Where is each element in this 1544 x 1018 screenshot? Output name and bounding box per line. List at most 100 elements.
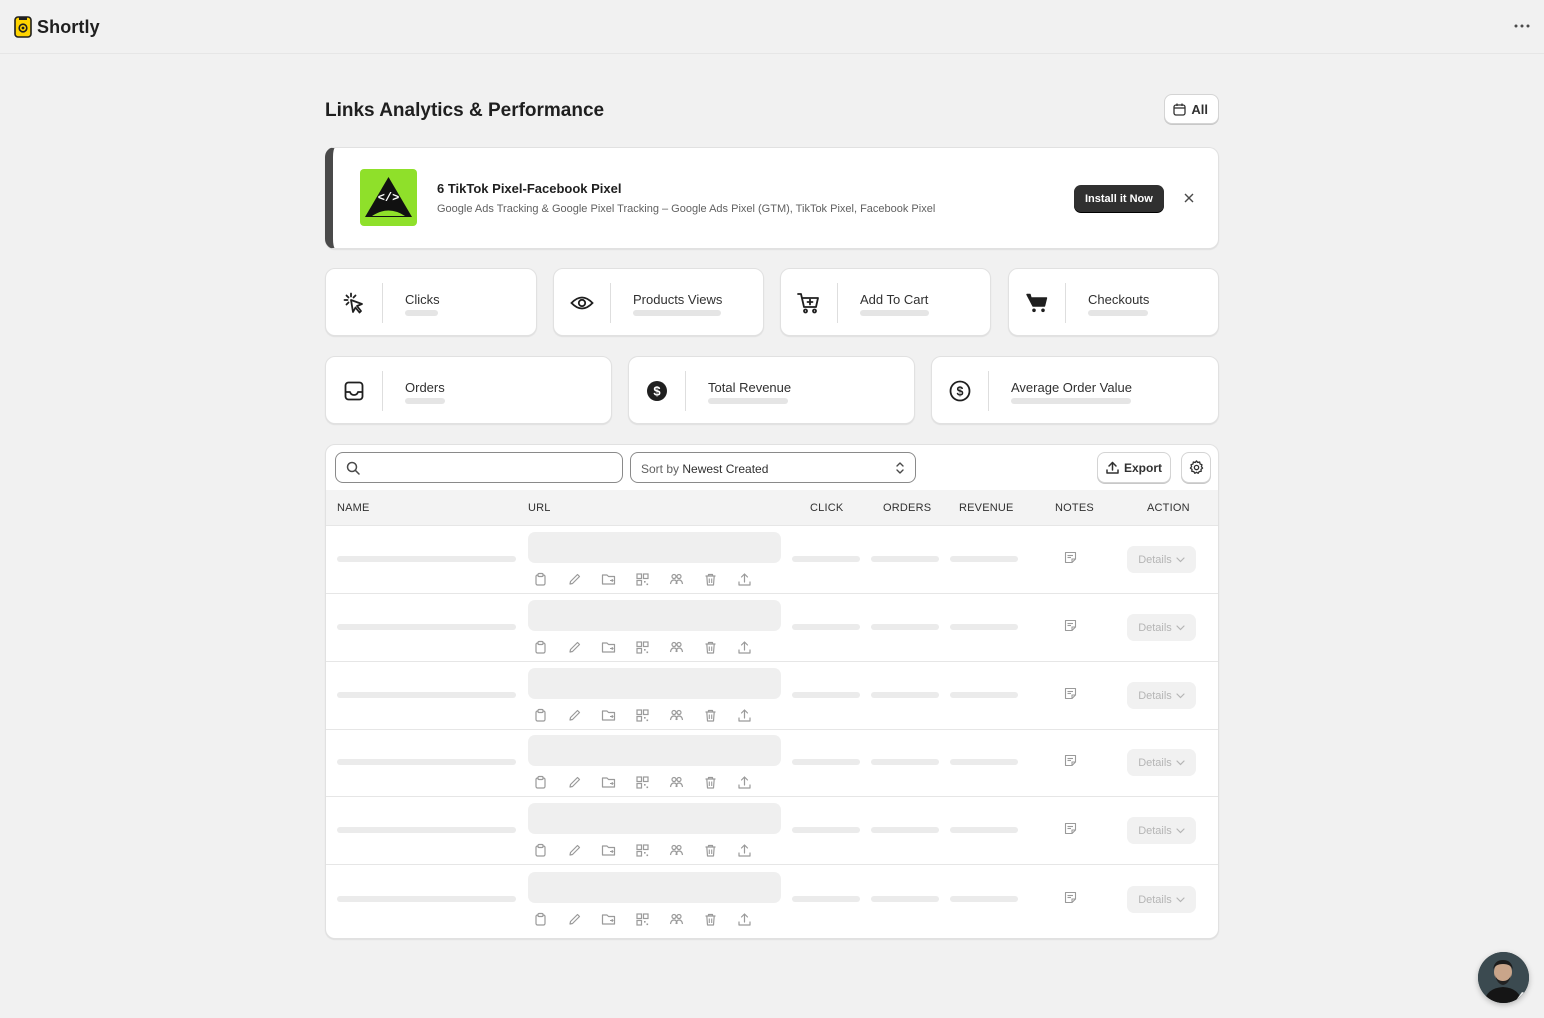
group-icon[interactable] [668, 708, 684, 722]
details-label: Details [1138, 824, 1172, 837]
orders-placeholder [871, 692, 939, 698]
share-icon[interactable] [736, 708, 752, 722]
chevron-down-icon [1176, 759, 1185, 765]
brand[interactable]: Shortly [14, 16, 100, 38]
copy-icon[interactable] [532, 775, 548, 789]
orders-placeholder [871, 556, 939, 562]
banner-close-button[interactable] [1179, 188, 1199, 208]
orders-placeholder [871, 624, 939, 630]
trash-icon[interactable] [702, 708, 718, 722]
column-header-revenue[interactable]: REVENUE [959, 502, 1014, 514]
edit-icon[interactable] [566, 640, 582, 654]
qr-code-icon[interactable] [634, 775, 650, 789]
ellipsis-icon [1514, 24, 1530, 28]
stat-label: Add To Cart [860, 292, 929, 307]
export-button[interactable]: Export [1097, 452, 1171, 483]
trash-icon[interactable] [702, 572, 718, 586]
column-header-orders[interactable]: ORDERS [883, 502, 931, 514]
search-input[interactable] [364, 457, 614, 479]
note-icon[interactable] [1064, 754, 1077, 772]
svg-text:$: $ [653, 384, 661, 399]
folder-move-icon[interactable] [600, 572, 616, 586]
folder-move-icon[interactable] [600, 912, 616, 926]
chevron-down-icon [1176, 827, 1185, 833]
share-icon[interactable] [736, 640, 752, 654]
trash-icon[interactable] [702, 640, 718, 654]
column-header-notes[interactable]: NOTES [1055, 502, 1094, 514]
chevron-down-icon [1176, 624, 1185, 630]
copy-icon[interactable] [532, 843, 548, 857]
qr-code-icon[interactable] [634, 640, 650, 654]
url-placeholder [528, 600, 781, 631]
sort-select[interactable]: Sort by Newest Created [630, 452, 916, 483]
note-icon[interactable] [1064, 822, 1077, 840]
share-icon[interactable] [736, 775, 752, 789]
details-button[interactable]: Details [1127, 817, 1196, 844]
stat-label: Orders [405, 380, 445, 395]
page-title: Links Analytics & Performance [325, 100, 605, 121]
details-button[interactable]: Details [1127, 682, 1196, 709]
table-row: Details [326, 797, 1218, 865]
shortly-logo-icon [14, 16, 32, 38]
qr-code-icon[interactable] [634, 912, 650, 926]
details-button[interactable]: Details [1127, 546, 1196, 573]
column-header-url[interactable]: URL [528, 502, 551, 514]
search-icon [346, 461, 360, 475]
group-icon[interactable] [668, 912, 684, 926]
note-icon[interactable] [1064, 891, 1077, 909]
share-icon[interactable] [736, 843, 752, 857]
details-button[interactable]: Details [1127, 749, 1196, 776]
chevron-down-icon [1176, 556, 1185, 562]
links-table-card: Sort by Newest Created Export NAME URL C… [325, 444, 1219, 939]
name-placeholder [337, 692, 516, 698]
click-placeholder [792, 759, 860, 765]
qr-code-icon[interactable] [634, 843, 650, 857]
edit-icon[interactable] [566, 775, 582, 789]
trash-icon[interactable] [702, 912, 718, 926]
copy-icon[interactable] [532, 640, 548, 654]
stat-card-checkouts: Checkouts [1008, 268, 1219, 336]
qr-code-icon[interactable] [634, 572, 650, 586]
group-icon[interactable] [668, 640, 684, 654]
folder-move-icon[interactable] [600, 640, 616, 654]
install-button[interactable]: Install it Now [1074, 185, 1164, 212]
row-actions [532, 912, 752, 926]
group-icon[interactable] [668, 843, 684, 857]
stat-value-placeholder [1011, 398, 1131, 404]
folder-move-icon[interactable] [600, 775, 616, 789]
stat-label: Products Views [633, 292, 723, 307]
copy-icon[interactable] [532, 708, 548, 722]
note-icon[interactable] [1064, 619, 1077, 637]
folder-move-icon[interactable] [600, 708, 616, 722]
edit-icon[interactable] [566, 708, 582, 722]
details-button[interactable]: Details [1127, 886, 1196, 913]
share-icon[interactable] [736, 912, 752, 926]
more-options-button[interactable] [1510, 14, 1534, 38]
stat-value-placeholder [1088, 310, 1148, 316]
table-settings-button[interactable] [1181, 452, 1211, 483]
date-range-button[interactable]: All [1164, 94, 1219, 124]
support-chat-avatar[interactable] [1478, 952, 1529, 1003]
column-header-name[interactable]: NAME [337, 502, 370, 514]
note-icon[interactable] [1064, 551, 1077, 569]
share-icon[interactable] [736, 572, 752, 586]
edit-icon[interactable] [566, 912, 582, 926]
group-icon[interactable] [668, 775, 684, 789]
column-header-click[interactable]: CLICK [810, 502, 843, 514]
column-header-action[interactable]: ACTION [1147, 502, 1190, 514]
edit-icon[interactable] [566, 843, 582, 857]
edit-icon[interactable] [566, 572, 582, 586]
copy-icon[interactable] [532, 912, 548, 926]
trash-icon[interactable] [702, 775, 718, 789]
note-icon[interactable] [1064, 687, 1077, 705]
copy-icon[interactable] [532, 572, 548, 586]
trash-icon[interactable] [702, 843, 718, 857]
group-icon[interactable] [668, 572, 684, 586]
details-button[interactable]: Details [1127, 614, 1196, 641]
stat-divider [610, 283, 611, 323]
svg-text:</>: </> [378, 191, 400, 205]
search-field[interactable] [335, 452, 623, 483]
name-placeholder [337, 624, 516, 630]
qr-code-icon[interactable] [634, 708, 650, 722]
folder-move-icon[interactable] [600, 843, 616, 857]
